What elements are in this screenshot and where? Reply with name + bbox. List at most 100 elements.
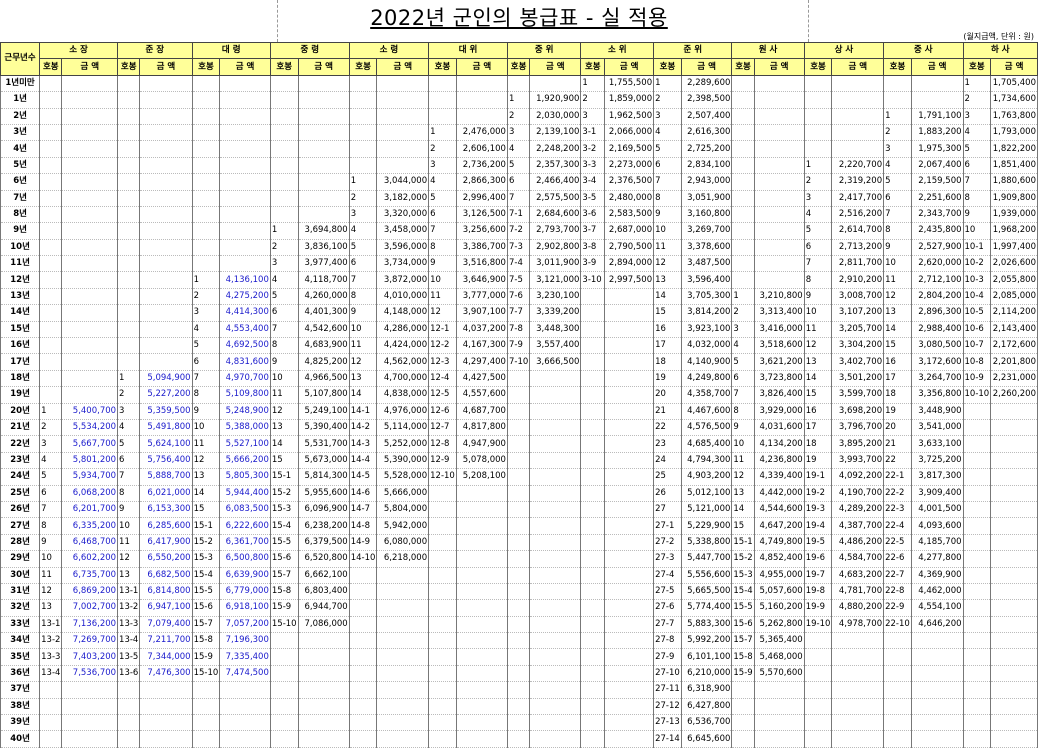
amount-cell (61, 157, 119, 175)
grade-cell (731, 681, 755, 699)
amount-cell: 2,476,000 (455, 124, 508, 142)
amount-cell: 4,978,700 (831, 616, 885, 634)
amount-cell: 5,888,700 (139, 468, 193, 486)
grade-cell: 5 (348, 239, 378, 257)
amount-cell: 4,781,700 (831, 583, 885, 601)
grade-cell (428, 714, 457, 732)
amount-cell: 2,614,700 (831, 222, 885, 240)
amount-cell (297, 140, 350, 158)
amount-cell: 3,633,100 (910, 435, 964, 453)
amount-cell: 6,080,000 (376, 534, 430, 552)
amount-cell (61, 239, 119, 257)
grade-cell (731, 173, 755, 191)
grade-cell: 1 (117, 370, 141, 388)
amount-cell (219, 206, 271, 224)
amount-cell (139, 714, 193, 732)
amount-cell: 6,869,200 (61, 583, 119, 601)
grade-cell: 3-1 (580, 124, 606, 142)
grade-cell (580, 534, 606, 552)
grade-cell: 17 (883, 370, 912, 388)
amount-cell (219, 681, 271, 699)
grade-cell (428, 681, 457, 699)
grade-cell: 2 (39, 419, 63, 437)
grade-cell (506, 370, 531, 388)
amount-cell (990, 665, 1038, 683)
table-row: 31년 12 6,869,200 13-1 6,814,800 15-5 6,779,000… (0, 583, 1038, 601)
grade-cell (117, 140, 141, 158)
amount-cell (455, 501, 508, 519)
grade-cell (269, 75, 299, 93)
amount-cell: 1,968,200 (990, 222, 1038, 240)
grade-cell: 8 (653, 190, 682, 207)
grade-cell: 2 (191, 288, 221, 306)
amount-subheader: 금 액 (680, 58, 733, 76)
amount-cell: 4,001,500 (910, 501, 964, 519)
amount-cell (529, 468, 582, 486)
amount-subheader: 금 액 (139, 58, 193, 76)
amount-cell: 3,977,400 (297, 255, 350, 273)
amount-cell (529, 730, 582, 748)
amount-cell: 5,468,000 (753, 648, 805, 666)
grade-cell: 27-12 (653, 698, 682, 716)
grade-cell: 12 (191, 452, 221, 470)
grade-cell (731, 206, 755, 224)
grade-cell (580, 550, 606, 568)
amount-cell: 6,096,900 (297, 501, 350, 519)
grade-subheader: 호봉 (653, 58, 682, 76)
grade-cell (506, 419, 531, 437)
grade-cell (962, 730, 992, 748)
amount-cell: 3,646,900 (455, 271, 508, 289)
subheader-row: 호봉 금 액 호봉 금 액 호봉 금 액 호봉 금 액 호봉 금 액 호봉 금 액 호봉 금 액 호봉 금 액… (1, 58, 1038, 76)
amount-cell (604, 714, 655, 732)
grade-cell: 22-4 (883, 517, 912, 535)
grade-cell (269, 124, 299, 142)
table-row: 29년 10 6,602,200 12 6,550,200 15-3 6,500,800 15… (0, 550, 1038, 568)
grade-cell (39, 157, 63, 175)
grade-cell (883, 681, 912, 699)
amount-cell: 2,894,000 (604, 255, 655, 273)
amount-subheader: 금 액 (376, 58, 430, 76)
amount-cell (219, 173, 271, 191)
table-row: 36년 13-4 7,536,700 13-6 7,476,300 15-10 7,474,… (0, 665, 1038, 683)
grade-cell: 8 (962, 190, 992, 207)
amount-cell: 3,269,700 (680, 222, 733, 240)
amount-cell: 6,682,500 (139, 567, 193, 584)
amount-cell (219, 190, 271, 207)
grade-cell (428, 550, 457, 568)
amount-cell (604, 419, 655, 437)
table-row: 18년 1 5,094,900 7 4,970,700 10 4,966,500 13 4,70… (0, 370, 1038, 388)
grade-cell: 9 (653, 206, 682, 224)
grade-cell: 15-7 (269, 567, 299, 584)
grade-cell: 18 (653, 353, 682, 371)
grade-cell: 27 (653, 501, 682, 519)
table-row: 9년 1 3,694,800 4 3,458,000 7 3,256,600 7-2 2,793… (0, 222, 1038, 240)
rank-header: 원 사 (731, 41, 805, 60)
table-row: 17년 6 4,831,600 9 4,825,200 12 4,562,000 12-3 4,… (0, 353, 1038, 371)
amount-cell: 3,416,000 (753, 321, 805, 339)
amount-cell: 3,126,500 (455, 206, 508, 224)
grade-cell: 27-5 (653, 583, 682, 601)
amount-cell: 4,749,800 (753, 534, 805, 552)
grade-cell (731, 730, 755, 748)
amount-cell: 4,683,200 (831, 567, 885, 584)
grade-cell: 6 (883, 190, 912, 207)
grade-cell: 7 (883, 206, 912, 224)
amount-cell: 2,804,200 (910, 288, 964, 306)
grade-cell: 16 (653, 321, 682, 339)
amount-cell: 5,208,100 (455, 468, 508, 486)
grade-cell: 17 (803, 419, 833, 437)
grade-cell (348, 124, 378, 142)
amount-cell: 5,078,000 (455, 452, 508, 470)
grade-cell: 12-8 (428, 435, 457, 453)
table-row: 11년 3 3,977,400 6 3,734,000 9 3,516,800 7-4 3,01… (0, 255, 1038, 273)
grade-cell: 15-6 (191, 599, 221, 617)
amount-cell: 3,698,200 (831, 403, 885, 420)
grade-cell: 6 (803, 239, 833, 257)
rank-header-row: 근무년수 소 장준 장대 령중 령소 령대 위중 위소 위준 위원 사상 사중 사… (0, 41, 1038, 76)
service-years-cell: 14년 (0, 304, 41, 322)
grade-cell: 7 (653, 173, 682, 191)
grade-cell (506, 403, 531, 420)
amount-cell: 6,335,200 (61, 517, 119, 535)
amount-cell: 4,562,000 (376, 353, 430, 371)
amount-cell (376, 681, 430, 699)
